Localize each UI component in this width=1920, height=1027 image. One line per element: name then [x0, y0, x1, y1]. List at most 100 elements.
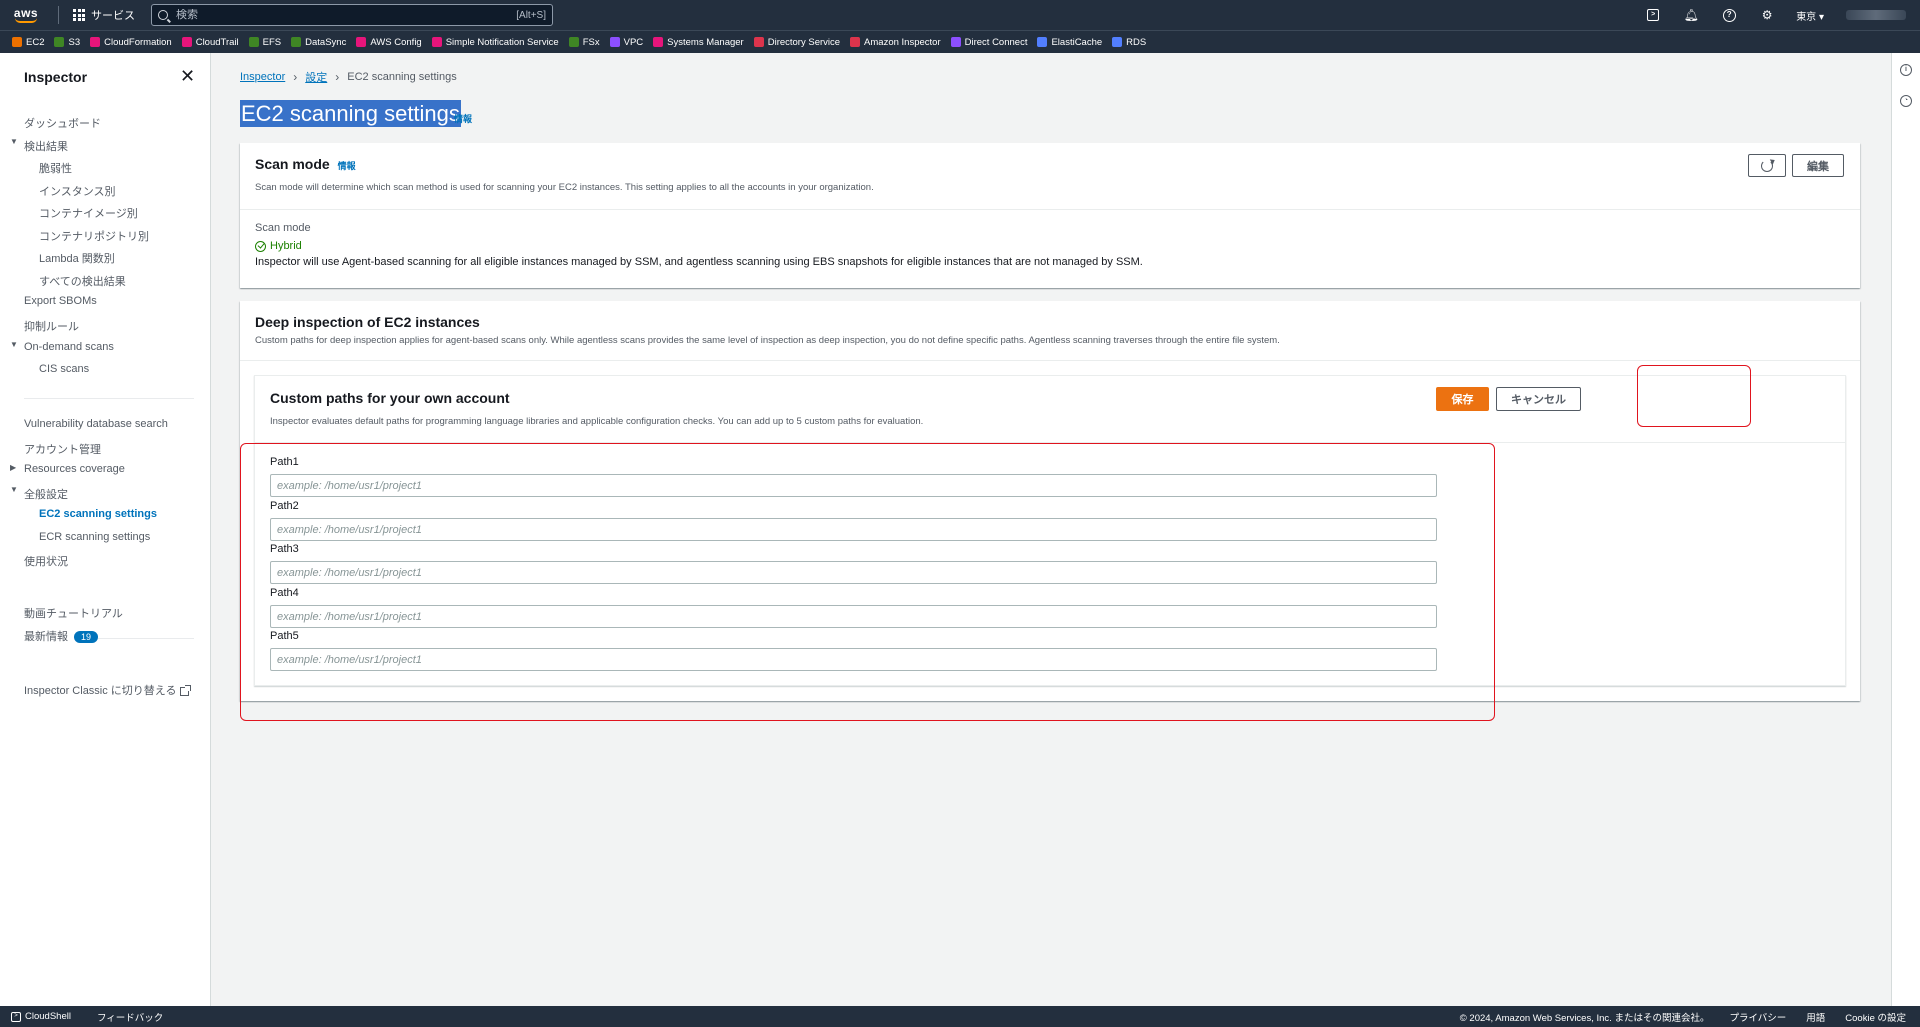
sidebar-item-resources-coverage[interactable]: Resources coverage — [24, 463, 125, 475]
custom-paths-title: Custom paths for your own account — [270, 390, 510, 406]
region-selector[interactable]: 東京 ▾ — [1786, 8, 1834, 23]
sidebar-item-general-settings[interactable]: 全般設定 — [24, 486, 68, 502]
path1-label: Path1 — [270, 456, 299, 468]
gear-icon: ⚙ — [1761, 8, 1773, 22]
feedback-link[interactable]: フィードバック — [97, 1010, 163, 1024]
favorite-item[interactable]: EFS — [248, 37, 281, 48]
cookie-settings-link[interactable]: Cookie の設定 — [1845, 1010, 1906, 1024]
cancel-button[interactable]: キャンセル — [1496, 387, 1581, 411]
terms-link[interactable]: 用語 — [1806, 1010, 1825, 1024]
sidebar-item-on-demand-scans[interactable]: On-demand scans — [24, 341, 114, 353]
privacy-link[interactable]: プライバシー — [1729, 1010, 1786, 1024]
sidebar-item-all-findings[interactable]: すべての検出結果 — [39, 273, 126, 289]
favorite-item[interactable]: CloudFormation — [90, 37, 172, 48]
favorite-item[interactable]: Simple Notification Service — [431, 37, 559, 48]
sidebar-item-vuln-db-search[interactable]: Vulnerability database search — [24, 418, 168, 430]
notifications-button[interactable]: 🔔︎ — [1672, 0, 1710, 30]
history-icon[interactable]: ◔ — [1900, 95, 1912, 107]
top-navigation: aws サービス [Alt+S] > 🔔︎ ? ⚙ 東京 ▾ — [0, 0, 1920, 30]
caret-right-icon[interactable]: ▶ — [10, 463, 16, 472]
chevron-right-icon: › — [335, 70, 340, 84]
caret-down-icon[interactable]: ▼ — [10, 485, 18, 494]
sidebar-item-vulnerabilities[interactable]: 脆弱性 — [39, 160, 72, 176]
favorite-item[interactable]: S3 — [54, 37, 80, 48]
sidebar-item-account-management[interactable]: アカウント管理 — [24, 441, 101, 457]
sidebar-item-ec2-scanning-settings[interactable]: EC2 scanning settings — [39, 508, 157, 520]
save-button[interactable]: 保存 — [1436, 387, 1489, 411]
favorite-item[interactable]: Systems Manager — [653, 37, 744, 48]
path4-input[interactable] — [270, 605, 1437, 628]
search-shortcut-hint: [Alt+S] — [516, 9, 546, 21]
service-icon — [431, 37, 442, 47]
breadcrumb-inspector[interactable]: Inspector — [240, 71, 285, 83]
favorite-item[interactable]: EC2 — [12, 37, 44, 48]
service-icon — [356, 37, 367, 47]
service-icon — [248, 37, 259, 47]
favorite-item[interactable]: DataSync — [291, 37, 346, 48]
path2-input[interactable] — [270, 518, 1437, 541]
card-divider — [240, 360, 1860, 361]
scan-mode-status: Hybrid — [255, 240, 302, 252]
aws-logo[interactable]: aws — [2, 0, 50, 30]
whats-new-count-badge: 19 — [74, 631, 99, 644]
breadcrumb-settings[interactable]: 設定 — [305, 69, 327, 85]
scan-mode-info-link[interactable]: 情報 — [338, 161, 356, 171]
sidebar-item-cis-scans[interactable]: CIS scans — [39, 363, 89, 375]
deep-inspection-title: Deep inspection of EC2 instances — [255, 314, 480, 330]
favorite-label: Directory Service — [767, 36, 841, 48]
favorite-item[interactable]: ElastiCache — [1037, 37, 1102, 48]
sidebar-item-by-lambda[interactable]: Lambda 関数別 — [39, 250, 115, 266]
cloudshell-button[interactable]: > — [1634, 0, 1672, 30]
sidebar-item-by-container-image[interactable]: コンテナイメージ別 — [39, 205, 138, 221]
sidebar-item-usage[interactable]: 使用状況 — [24, 553, 68, 569]
favorite-item[interactable]: Directory Service — [753, 36, 841, 48]
sidebar-title: Inspector — [24, 69, 88, 85]
sidebar-item-switch-classic[interactable]: Inspector Classic に切り替える — [24, 682, 192, 698]
service-icon — [568, 37, 579, 47]
favorite-label: S3 — [68, 36, 81, 48]
page-title: EC2 scanning settings — [240, 100, 461, 127]
path3-label: Path3 — [270, 543, 299, 555]
sidebar-item-suppression-rules[interactable]: 抑制ルール — [24, 318, 79, 334]
sidebar-item-ecr-scanning-settings[interactable]: ECR scanning settings — [39, 531, 150, 543]
favorite-item[interactable]: FSx — [568, 37, 600, 48]
services-menu-button[interactable]: サービス — [67, 7, 141, 23]
scan-mode-card: Scan mode 情報 Scan mode will determine wh… — [240, 143, 1860, 288]
favorite-item[interactable]: AWS Config — [356, 37, 422, 48]
path5-input[interactable] — [270, 648, 1437, 671]
copyright-text: © 2024, Amazon Web Services, Inc. またはその関… — [1459, 1012, 1710, 1024]
sidebar-item-by-instance[interactable]: インスタンス別 — [39, 183, 116, 199]
sidebar-item-video-tutorials[interactable]: 動画チュートリアル — [24, 605, 123, 621]
caret-down-icon[interactable]: ▼ — [10, 340, 18, 349]
info-panel-icon[interactable]: i — [1900, 64, 1912, 76]
path5-label: Path5 — [270, 630, 299, 642]
sidebar-spacer — [24, 653, 194, 654]
sidebar-item-export-sboms[interactable]: Export SBOMs — [24, 295, 97, 307]
breadcrumb-current: EC2 scanning settings — [347, 71, 457, 83]
sidebar-item-dashboard[interactable]: ダッシュボード — [24, 115, 101, 131]
settings-button[interactable]: ⚙ — [1748, 0, 1786, 30]
favorite-item[interactable]: VPC — [609, 37, 643, 48]
favorite-item[interactable]: RDS — [1112, 37, 1146, 48]
path3-input[interactable] — [270, 561, 1437, 584]
search-input[interactable] — [176, 9, 517, 21]
page-info-link[interactable]: 情報 — [454, 112, 472, 125]
sidebar-item-findings[interactable]: 検出結果 — [24, 138, 68, 154]
cloudshell-label: CloudShell — [25, 1011, 71, 1022]
help-icon: ? — [1722, 8, 1736, 22]
help-button[interactable]: ? — [1710, 0, 1748, 30]
global-search[interactable]: [Alt+S] — [151, 4, 553, 26]
favorite-item[interactable]: CloudTrail — [181, 37, 239, 48]
edit-button[interactable]: 編集 — [1792, 154, 1844, 177]
caret-down-icon[interactable]: ▼ — [10, 137, 18, 146]
account-menu-redacted[interactable] — [1846, 10, 1906, 20]
path1-input[interactable] — [270, 474, 1437, 497]
refresh-button[interactable] — [1748, 154, 1786, 177]
sidebar-item-by-container-repo[interactable]: コンテナリポジトリ別 — [39, 228, 149, 244]
sidebar-item-whats-new[interactable]: 最新情報 19 — [24, 628, 99, 644]
favorite-item[interactable]: Direct Connect — [950, 37, 1027, 48]
favorite-item[interactable]: Amazon Inspector — [850, 37, 941, 48]
close-icon[interactable]: ✕ — [180, 67, 195, 85]
cloudshell-footer-button[interactable]: > CloudShell — [11, 1011, 71, 1022]
chevron-right-icon: › — [293, 70, 298, 84]
